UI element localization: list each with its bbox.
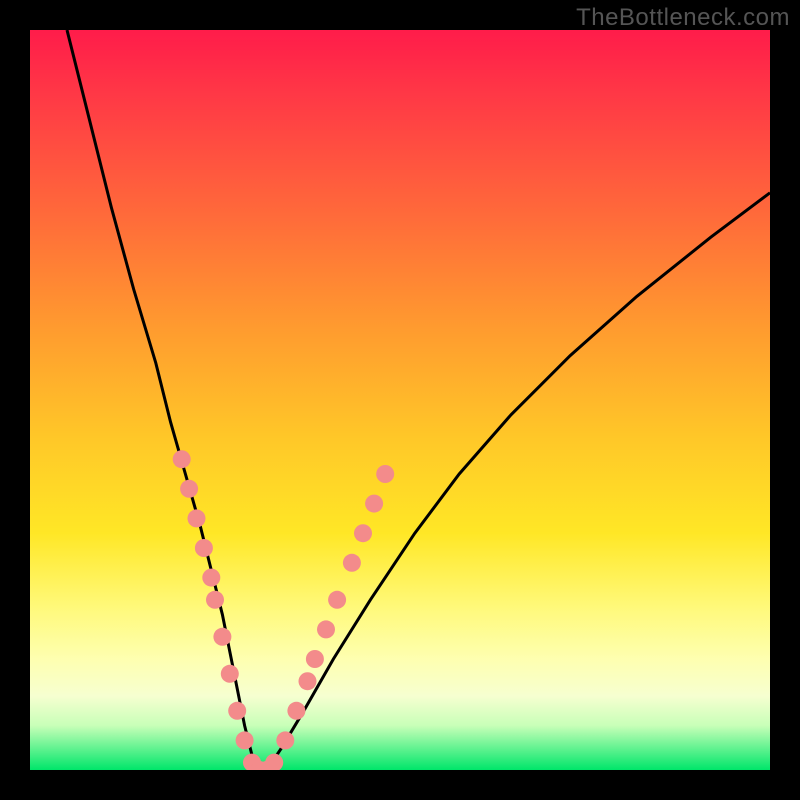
bottleneck-curve bbox=[67, 30, 770, 770]
data-marker bbox=[265, 754, 283, 770]
marker-group bbox=[173, 450, 395, 770]
data-marker bbox=[287, 702, 305, 720]
data-marker bbox=[202, 569, 220, 587]
data-marker bbox=[276, 731, 294, 749]
data-marker bbox=[221, 665, 239, 683]
data-marker bbox=[213, 628, 231, 646]
data-marker bbox=[317, 620, 335, 638]
data-marker bbox=[376, 465, 394, 483]
data-marker bbox=[188, 509, 206, 527]
data-marker bbox=[306, 650, 324, 668]
data-marker bbox=[228, 702, 246, 720]
chart-container: TheBottleneck.com bbox=[0, 0, 800, 800]
data-marker bbox=[173, 450, 191, 468]
data-marker bbox=[195, 539, 213, 557]
data-marker bbox=[299, 672, 317, 690]
data-marker bbox=[343, 554, 361, 572]
data-marker bbox=[354, 524, 372, 542]
data-marker bbox=[328, 591, 346, 609]
curve-layer bbox=[30, 30, 770, 770]
data-marker bbox=[365, 495, 383, 513]
plot-area bbox=[30, 30, 770, 770]
data-marker bbox=[236, 731, 254, 749]
watermark-text: TheBottleneck.com bbox=[576, 4, 790, 32]
data-marker bbox=[180, 480, 198, 498]
data-marker bbox=[206, 591, 224, 609]
